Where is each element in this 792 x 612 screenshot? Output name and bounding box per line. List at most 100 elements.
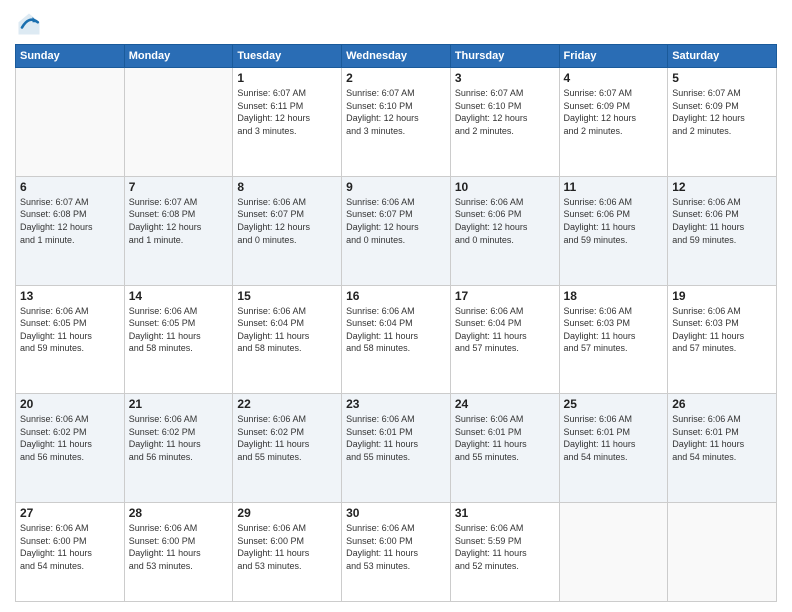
day-number: 12 bbox=[672, 180, 772, 194]
weekday-header-sunday: Sunday bbox=[16, 45, 125, 68]
day-number: 9 bbox=[346, 180, 446, 194]
day-number: 10 bbox=[455, 180, 555, 194]
day-info: Sunrise: 6:06 AM Sunset: 6:03 PM Dayligh… bbox=[564, 305, 664, 355]
calendar-cell: 10 Sunrise: 6:06 AM Sunset: 6:06 PM Dayli… bbox=[450, 176, 559, 285]
day-number: 7 bbox=[129, 180, 229, 194]
page: SundayMondayTuesdayWednesdayThursdayFrid… bbox=[0, 0, 792, 612]
day-info: Sunrise: 6:06 AM Sunset: 6:07 PM Dayligh… bbox=[346, 196, 446, 246]
day-info: Sunrise: 6:06 AM Sunset: 6:05 PM Dayligh… bbox=[129, 305, 229, 355]
calendar-cell: 20Sunrise: 6:06 AM Sunset: 6:02 PM Dayli… bbox=[16, 394, 125, 503]
day-number: 3 bbox=[455, 71, 555, 85]
day-info: Sunrise: 6:06 AM Sunset: 6:01 PM Dayligh… bbox=[346, 413, 446, 463]
day-number: 11 bbox=[564, 180, 664, 194]
day-number: 18 bbox=[564, 289, 664, 303]
calendar-cell: 30 Sunrise: 6:06 AM Sunset: 6:00 PM Dayli… bbox=[342, 503, 451, 602]
day-info: Sunrise: 6:07 AM Sunset: 6:10 PM Dayligh… bbox=[346, 87, 446, 137]
calendar-table: SundayMondayTuesdayWednesdayThursdayFrid… bbox=[15, 44, 777, 602]
header bbox=[15, 10, 777, 38]
calendar-cell: 12 Sunrise: 6:06 AM Sunset: 6:06 PM Dayli… bbox=[668, 176, 777, 285]
day-number: 17 bbox=[455, 289, 555, 303]
day-number: 1 bbox=[237, 71, 337, 85]
calendar-cell: 1 Sunrise: 6:07 AM Sunset: 6:11 PM Daylig… bbox=[233, 68, 342, 177]
week-row-3: 20Sunrise: 6:06 AM Sunset: 6:02 PM Dayli… bbox=[16, 394, 777, 503]
day-number: 22 bbox=[237, 397, 337, 411]
day-number: 6 bbox=[20, 180, 120, 194]
weekday-header-row: SundayMondayTuesdayWednesdayThursdayFrid… bbox=[16, 45, 777, 68]
calendar-cell: 24 Sunrise: 6:06 AM Sunset: 6:01 PM Dayli… bbox=[450, 394, 559, 503]
day-info: Sunrise: 6:07 AM Sunset: 6:08 PM Dayligh… bbox=[20, 196, 120, 246]
week-row-0: 1 Sunrise: 6:07 AM Sunset: 6:11 PM Daylig… bbox=[16, 68, 777, 177]
day-number: 23 bbox=[346, 397, 446, 411]
calendar-cell: 15 Sunrise: 6:06 AM Sunset: 6:04 PM Dayli… bbox=[233, 285, 342, 394]
calendar-cell: 5 Sunrise: 6:07 AM Sunset: 6:09 PM Daylig… bbox=[668, 68, 777, 177]
weekday-header-monday: Monday bbox=[124, 45, 233, 68]
day-number: 27 bbox=[20, 506, 120, 520]
day-number: 25 bbox=[564, 397, 664, 411]
calendar-cell: 26Sunrise: 6:06 AM Sunset: 6:01 PM Dayli… bbox=[668, 394, 777, 503]
calendar-cell bbox=[16, 68, 125, 177]
calendar-cell: 9 Sunrise: 6:06 AM Sunset: 6:07 PM Daylig… bbox=[342, 176, 451, 285]
calendar-cell: 6 Sunrise: 6:07 AM Sunset: 6:08 PM Daylig… bbox=[16, 176, 125, 285]
calendar-cell bbox=[559, 503, 668, 602]
day-info: Sunrise: 6:07 AM Sunset: 6:09 PM Dayligh… bbox=[564, 87, 664, 137]
day-number: 14 bbox=[129, 289, 229, 303]
day-number: 13 bbox=[20, 289, 120, 303]
day-number: 21 bbox=[129, 397, 229, 411]
day-info: Sunrise: 6:06 AM Sunset: 6:06 PM Dayligh… bbox=[672, 196, 772, 246]
day-number: 24 bbox=[455, 397, 555, 411]
calendar-cell: 25 Sunrise: 6:06 AM Sunset: 6:01 PM Dayli… bbox=[559, 394, 668, 503]
week-row-4: 27 Sunrise: 6:06 AM Sunset: 6:00 PM Dayli… bbox=[16, 503, 777, 602]
weekday-header-saturday: Saturday bbox=[668, 45, 777, 68]
calendar-cell: 21 Sunrise: 6:06 AM Sunset: 6:02 PM Dayli… bbox=[124, 394, 233, 503]
day-info: Sunrise: 6:07 AM Sunset: 6:09 PM Dayligh… bbox=[672, 87, 772, 137]
day-number: 19 bbox=[672, 289, 772, 303]
logo-icon bbox=[15, 10, 43, 38]
day-info: Sunrise: 6:06 AM Sunset: 6:02 PM Dayligh… bbox=[237, 413, 337, 463]
day-info: Sunrise: 6:06 AM Sunset: 6:00 PM Dayligh… bbox=[20, 522, 120, 572]
calendar-cell: 17Sunrise: 6:06 AM Sunset: 6:04 PM Dayli… bbox=[450, 285, 559, 394]
calendar-cell: 13 Sunrise: 6:06 AM Sunset: 6:05 PM Dayli… bbox=[16, 285, 125, 394]
day-info: Sunrise: 6:06 AM Sunset: 6:04 PM Dayligh… bbox=[346, 305, 446, 355]
day-info: Sunrise: 6:07 AM Sunset: 6:08 PM Dayligh… bbox=[129, 196, 229, 246]
day-number: 26 bbox=[672, 397, 772, 411]
day-info: Sunrise: 6:06 AM Sunset: 6:02 PM Dayligh… bbox=[129, 413, 229, 463]
calendar-cell: 28 Sunrise: 6:06 AM Sunset: 6:00 PM Dayli… bbox=[124, 503, 233, 602]
calendar-cell: 31 Sunrise: 6:06 AM Sunset: 5:59 PM Dayli… bbox=[450, 503, 559, 602]
day-info: Sunrise: 6:07 AM Sunset: 6:11 PM Dayligh… bbox=[237, 87, 337, 137]
calendar-cell: 11Sunrise: 6:06 AM Sunset: 6:06 PM Dayli… bbox=[559, 176, 668, 285]
day-info: Sunrise: 6:06 AM Sunset: 6:07 PM Dayligh… bbox=[237, 196, 337, 246]
calendar-cell: 22 Sunrise: 6:06 AM Sunset: 6:02 PM Dayli… bbox=[233, 394, 342, 503]
day-info: Sunrise: 6:06 AM Sunset: 6:04 PM Dayligh… bbox=[237, 305, 337, 355]
day-number: 15 bbox=[237, 289, 337, 303]
day-number: 30 bbox=[346, 506, 446, 520]
day-number: 31 bbox=[455, 506, 555, 520]
day-info: Sunrise: 6:06 AM Sunset: 6:05 PM Dayligh… bbox=[20, 305, 120, 355]
day-info: Sunrise: 6:07 AM Sunset: 6:10 PM Dayligh… bbox=[455, 87, 555, 137]
calendar-cell: 23 Sunrise: 6:06 AM Sunset: 6:01 PM Dayli… bbox=[342, 394, 451, 503]
day-number: 28 bbox=[129, 506, 229, 520]
weekday-header-friday: Friday bbox=[559, 45, 668, 68]
day-info: Sunrise: 6:06 AM Sunset: 6:00 PM Dayligh… bbox=[346, 522, 446, 572]
day-info: Sunrise: 6:06 AM Sunset: 5:59 PM Dayligh… bbox=[455, 522, 555, 572]
day-info: Sunrise: 6:06 AM Sunset: 6:00 PM Dayligh… bbox=[129, 522, 229, 572]
calendar-cell: 18 Sunrise: 6:06 AM Sunset: 6:03 PM Dayli… bbox=[559, 285, 668, 394]
calendar-cell: 2Sunrise: 6:07 AM Sunset: 6:10 PM Daylig… bbox=[342, 68, 451, 177]
calendar-cell: 3 Sunrise: 6:07 AM Sunset: 6:10 PM Daylig… bbox=[450, 68, 559, 177]
day-info: Sunrise: 6:06 AM Sunset: 6:02 PM Dayligh… bbox=[20, 413, 120, 463]
calendar-cell: 4Sunrise: 6:07 AM Sunset: 6:09 PM Daylig… bbox=[559, 68, 668, 177]
calendar-cell: 19 Sunrise: 6:06 AM Sunset: 6:03 PM Dayli… bbox=[668, 285, 777, 394]
day-info: Sunrise: 6:06 AM Sunset: 6:06 PM Dayligh… bbox=[455, 196, 555, 246]
weekday-header-tuesday: Tuesday bbox=[233, 45, 342, 68]
day-info: Sunrise: 6:06 AM Sunset: 6:01 PM Dayligh… bbox=[455, 413, 555, 463]
calendar-cell: 29Sunrise: 6:06 AM Sunset: 6:00 PM Dayli… bbox=[233, 503, 342, 602]
logo bbox=[15, 10, 47, 38]
week-row-2: 13 Sunrise: 6:06 AM Sunset: 6:05 PM Dayli… bbox=[16, 285, 777, 394]
day-info: Sunrise: 6:06 AM Sunset: 6:03 PM Dayligh… bbox=[672, 305, 772, 355]
day-number: 5 bbox=[672, 71, 772, 85]
calendar-cell: 8 Sunrise: 6:06 AM Sunset: 6:07 PM Daylig… bbox=[233, 176, 342, 285]
day-info: Sunrise: 6:06 AM Sunset: 6:01 PM Dayligh… bbox=[564, 413, 664, 463]
day-number: 29 bbox=[237, 506, 337, 520]
day-number: 8 bbox=[237, 180, 337, 194]
weekday-header-thursday: Thursday bbox=[450, 45, 559, 68]
calendar-cell: 7 Sunrise: 6:07 AM Sunset: 6:08 PM Daylig… bbox=[124, 176, 233, 285]
